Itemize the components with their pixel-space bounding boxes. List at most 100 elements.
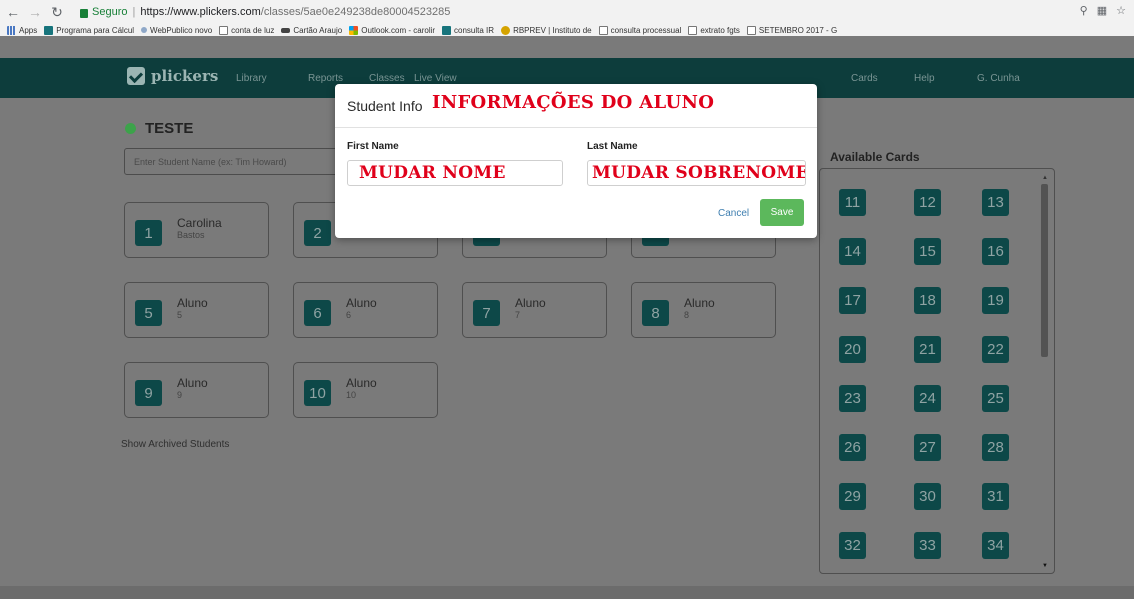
plickers-favicon-icon xyxy=(442,25,452,35)
available-card[interactable]: 13 xyxy=(982,189,1009,216)
available-card[interactable]: 27 xyxy=(914,434,941,461)
available-card[interactable]: 16 xyxy=(982,238,1009,265)
bookmark-item[interactable]: Cartão Araujo xyxy=(281,26,342,35)
nav-reports[interactable]: Reports xyxy=(308,73,343,84)
back-arrow-icon[interactable]: ← xyxy=(4,3,22,21)
bookmark-item[interactable]: Apps xyxy=(7,25,38,35)
bookmark-item[interactable]: SETEMBRO 2017 - G xyxy=(746,25,838,35)
class-name: TESTE xyxy=(145,120,194,137)
student-card[interactable]: 6 Aluno 6 xyxy=(293,282,438,338)
bookmark-label: conta de luz xyxy=(231,25,275,35)
student-last-name: 9 xyxy=(177,390,183,400)
secure-label: Seguro xyxy=(92,6,128,18)
available-card[interactable]: 28 xyxy=(982,434,1009,461)
lock-icon xyxy=(80,8,88,18)
available-card[interactable]: 25 xyxy=(982,385,1009,412)
modal-header: Student Info INFORMAÇÕES DO ALUNO xyxy=(335,84,817,128)
available-card[interactable]: 15 xyxy=(914,238,941,265)
student-card[interactable]: 5 Aluno 5 xyxy=(124,282,269,338)
student-first-name: Aluno xyxy=(515,296,546,310)
bookmark-label: SETEMBRO 2017 - G xyxy=(758,25,838,35)
star-icon[interactable]: ☆ xyxy=(1116,4,1126,17)
student-card-number: 8 xyxy=(642,300,669,326)
browser-actions: ⚲ ▦ ☆ xyxy=(1080,4,1126,17)
scrollbar-thumb[interactable] xyxy=(1041,184,1048,357)
key-icon[interactable]: ⚲ xyxy=(1080,4,1088,17)
available-card[interactable]: 20 xyxy=(839,336,866,363)
nav-classes[interactable]: Classes xyxy=(369,73,405,84)
cancel-button[interactable]: Cancel xyxy=(718,208,749,219)
available-card[interactable]: 24 xyxy=(914,385,941,412)
student-first-name: Carolina xyxy=(177,216,222,230)
nav-cards[interactable]: Cards xyxy=(851,73,878,84)
save-button[interactable]: Save xyxy=(760,199,804,226)
rbprev-icon xyxy=(501,25,511,35)
bookmark-label: WebPublico novo xyxy=(150,25,213,35)
student-card[interactable]: 8 Aluno 8 xyxy=(631,282,776,338)
bookmark-label: consulta IR xyxy=(454,25,495,35)
page-icon xyxy=(598,25,608,35)
bookmark-item[interactable]: conta de luz xyxy=(219,25,275,35)
bookmark-item[interactable]: Outlook.com - carolir xyxy=(349,25,436,35)
bookmark-item[interactable]: Programa para Cálcul xyxy=(44,25,135,35)
class-title: TESTE xyxy=(125,120,193,137)
available-card[interactable]: 23 xyxy=(839,385,866,412)
bookmark-item[interactable]: RBPREV | Instituto de xyxy=(501,25,592,35)
bookmark-item[interactable]: consulta IR xyxy=(442,25,495,35)
available-card[interactable]: 26 xyxy=(839,434,866,461)
address-bar-row: ← → ↻ Seguro | https://www.plickers.com … xyxy=(0,0,1134,24)
bookmark-label: Programa para Cálcul xyxy=(56,25,135,35)
student-last-name: Bastos xyxy=(177,230,205,240)
student-info-modal: Student Info INFORMAÇÕES DO ALUNO First … xyxy=(335,84,817,238)
translate-icon[interactable]: ▦ xyxy=(1097,4,1107,17)
student-name-input[interactable]: Enter Student Name (ex: Tim Howard) xyxy=(124,148,340,175)
page-icon xyxy=(219,25,229,35)
scroll-down-icon[interactable]: ▼ xyxy=(1042,563,1048,569)
bookmark-label: Outlook.com - carolir xyxy=(361,25,436,35)
bookmark-label: Apps xyxy=(19,25,38,35)
apps-icon xyxy=(7,25,16,35)
available-card[interactable]: 14 xyxy=(839,238,866,265)
first-name-input[interactable]: MUDAR NOME xyxy=(347,160,563,186)
available-card[interactable]: 34 xyxy=(982,532,1009,559)
nav-library[interactable]: Library xyxy=(236,73,267,84)
available-card[interactable]: 22 xyxy=(982,336,1009,363)
plickers-logo[interactable]: plickers xyxy=(127,67,218,85)
bookmark-label: RBPREV | Instituto de xyxy=(513,25,592,35)
reload-icon[interactable]: ↻ xyxy=(48,3,66,21)
available-card[interactable]: 17 xyxy=(839,287,866,314)
available-card[interactable]: 11 xyxy=(839,189,866,216)
nav-help[interactable]: Help xyxy=(914,73,935,84)
bookmark-item[interactable]: extrato fgts xyxy=(688,25,740,35)
student-card[interactable]: 7 Aluno 7 xyxy=(462,282,607,338)
available-card[interactable]: 32 xyxy=(839,532,866,559)
available-card[interactable]: 29 xyxy=(839,483,866,510)
last-name-input[interactable]: MUDAR SOBRENOME xyxy=(587,160,806,186)
bookmark-label: consulta processual xyxy=(610,25,682,35)
available-card[interactable]: 18 xyxy=(914,287,941,314)
scroll-up-icon[interactable]: ▲ xyxy=(1042,175,1048,181)
show-archived-link[interactable]: Show Archived Students xyxy=(121,439,229,450)
url-bar[interactable]: Seguro | https://www.plickers.com /class… xyxy=(80,3,1060,21)
student-card[interactable]: 1 Carolina Bastos xyxy=(124,202,269,258)
student-last-name: 5 xyxy=(177,310,183,320)
available-card[interactable]: 30 xyxy=(914,483,941,510)
available-card[interactable]: 12 xyxy=(914,189,941,216)
available-card[interactable]: 19 xyxy=(982,287,1009,314)
student-last-name: 6 xyxy=(346,310,352,320)
available-card[interactable]: 33 xyxy=(914,532,941,559)
available-card[interactable]: 21 xyxy=(914,336,941,363)
plickers-logo-icon xyxy=(127,67,145,85)
available-card[interactable]: 31 xyxy=(982,483,1009,510)
bookmark-label: extrato fgts xyxy=(700,25,740,35)
nav-user[interactable]: G. Cunha xyxy=(977,73,1020,84)
student-card[interactable]: 10 Aluno 10 xyxy=(293,362,438,418)
microsoft-icon xyxy=(349,25,359,35)
bookmark-item[interactable]: consulta processual xyxy=(598,25,682,35)
nav-live-view[interactable]: Live View xyxy=(414,73,457,84)
forward-arrow-icon[interactable]: → xyxy=(26,3,44,21)
student-card[interactable]: 9 Aluno 9 xyxy=(124,362,269,418)
student-card-number: 5 xyxy=(135,300,162,326)
available-cards-panel[interactable]: ▲ ▼ 11 12 13 14 15 16 17 18 19 20 21 22 23 24 25 26 27 28… xyxy=(819,168,1055,574)
bookmark-item[interactable]: WebPublico novo xyxy=(141,26,212,35)
